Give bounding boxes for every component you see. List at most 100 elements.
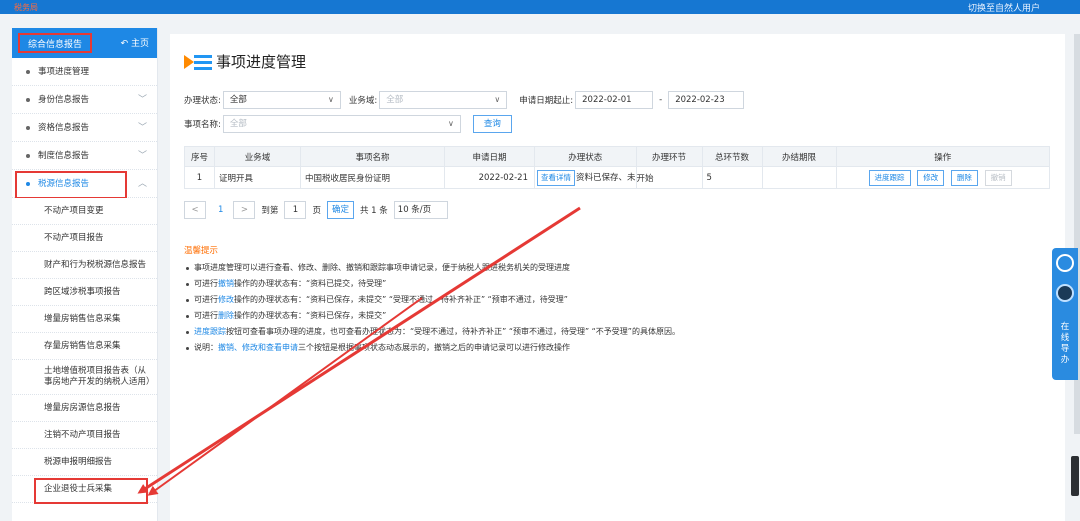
progress-table: 序号 业务域 事项名称 申请日期 办理状态 办理环节 总环节数 办结期限 操作 … [184,146,1051,189]
status-label: 办理状态: [184,96,221,106]
home-button[interactable]: ↶ 主页 [121,36,149,49]
table-row: 1 证明开具 中国税收居民身份证明 2022-02-21 查看详情 资料已保存、未… [184,166,1051,189]
sidebar-item-progress[interactable]: 事项进度管理 [12,58,157,86]
next-page-button[interactable]: > [233,201,256,219]
cell-deadline [761,166,837,189]
status-text: 资料已保存、未 [576,172,636,183]
col-status: 办理状态 [534,146,637,167]
online-guide-widget[interactable]: 在线导办 [1052,248,1078,380]
col-total: 总环节数 [701,146,763,167]
domain-placeholder: 全部 [386,95,404,105]
bullet-icon [26,126,30,130]
cell-step: 开始 [635,166,703,189]
col-step: 办理环节 [635,146,703,167]
bullet-icon [26,154,30,158]
tip-item: 事项进度管理可以进行查看、修改、删除、撤销和跟踪事项申请记录，便于纳税人跟进税务… [184,260,1044,276]
chevron-down-icon: ∨ [494,95,501,104]
sidebar-item-identity[interactable]: 身份信息报告 ﹀ [12,86,157,114]
total-count: 共 1 条 [359,206,388,216]
chevron-down-icon: ﹀ [137,123,147,133]
side-tab-handle[interactable] [1071,456,1079,496]
sidebar-item-tax-source[interactable]: 税源信息报告 ︿ [12,170,157,199]
tip-item: 可进行删除操作的办理状态有：“资料已保存，未提交” [184,308,1044,324]
tip-item: 说明：撤销、修改和查看申请三个按钮是根据事项状态动态展示的，撤销之后的申请记录可… [184,340,1044,356]
table-header-row: 序号 业务域 事项名称 申请日期 办理状态 办理环节 总环节数 办结期限 操作 [184,146,1051,167]
bullet-icon [26,70,30,74]
cell-index: 1 [184,166,215,189]
online-guide-text: 在线导办 [1060,322,1070,365]
domain-label: 业务域: [348,96,378,106]
sub-item[interactable]: 税源申报明细报告 [12,449,157,476]
sidebar-item-label: 事项进度管理 [38,67,90,77]
cell-status: 查看详情 资料已保存、未 [534,166,637,189]
bullet-icon [26,182,30,186]
tips-title: 温馨提示 [184,246,219,256]
switch-user-link[interactable]: 切换至自然人用户 [968,1,1040,14]
tips-list: 事项进度管理可以进行查看、修改、删除、撤销和跟踪事项申请记录，便于纳税人跟进税务… [184,260,1044,356]
item-name-placeholder: 全部 [229,119,247,129]
item-name-label: 事项名称: [184,120,221,130]
edit-button[interactable]: 修改 [917,169,945,186]
domain-select[interactable]: 全部 ∨ [379,91,508,109]
bullet-icon [26,98,30,102]
back-arrow-icon: ↶ [120,39,129,49]
revoke-button[interactable]: 撤销 [984,169,1012,186]
sidebar-header: 综合信息报告 ↶ 主页 [12,28,157,58]
sidebar-header-title[interactable]: 综合信息报告 [18,33,93,53]
sub-item[interactable]: 不动产项目报告 [12,225,157,252]
tip-item: 可进行修改操作的办理状态有：“资料已保存，未提交” “受理不通过，待补齐补正” … [184,292,1044,308]
pagination: < 1 > 到第 1 页 确定 共 1 条 10 条/页 [184,200,448,220]
cell-total: 5 [701,166,763,189]
page-size-select[interactable]: 10 条/页 [393,201,448,219]
assistant-avatar-icon [1056,284,1074,302]
sub-item[interactable]: 土地增值税项目报告表（从事房地产开发的纳税人适用） [12,360,157,395]
chevron-down-icon: ﹀ [137,151,147,161]
date-to-input[interactable]: 2022-02-23 [668,91,745,109]
main-panel: 事项进度管理 办理状态: 全部 ∨ 业务域: 全部 ∨ 申请日期起止: 2022-0… [170,34,1065,521]
query-button[interactable]: 查询 [472,115,512,133]
home-label: 主页 [130,39,149,49]
col-deadline: 办结期限 [761,146,837,167]
prev-page-button[interactable]: < [184,201,206,219]
sub-item[interactable]: 跨区域涉税事项报告 [12,279,157,306]
chevron-down-icon: ∨ [448,119,454,128]
tip-item: 进度跟踪按钮可查看事项办理的进度，也可查看办理状态为：“受理不通过，待补齐补正”… [184,324,1044,340]
chevron-down-icon: ﹀ [137,95,147,105]
site-logo: 税务局 [14,3,38,12]
cell-domain: 证明开具 [214,166,301,189]
delete-button[interactable]: 删除 [950,169,978,186]
col-date: 申请日期 [444,146,535,167]
sidebar-item-label: 资格信息报告 [38,123,90,133]
sub-item[interactable]: 不动产项目变更 [12,198,157,225]
sub-item-veteran-collection[interactable]: 企业退役士兵采集 [12,476,157,504]
sub-item[interactable]: 注销不动产项目报告 [12,422,157,449]
date-from-input[interactable]: 2022-02-01 [575,91,654,109]
status-select[interactable]: 全部 ∨ [222,91,341,109]
goto-page-input[interactable]: 1 [284,201,307,219]
col-name: 事项名称 [300,146,445,167]
sub-item[interactable]: 财产和行为税税源信息报告 [12,252,157,279]
page-size-value: 10 条/页 [397,205,432,215]
top-bar: 税务局 切换至自然人用户 [0,0,1080,14]
sidebar: 综合信息报告 ↶ 主页 事项进度管理 身份信息报告 ﹀ 资格信息报告 ﹀ 制度信息报… [12,28,158,521]
goto-label: 到第 [261,206,279,216]
track-progress-button[interactable]: 进度跟踪 [868,169,911,186]
item-name-select[interactable]: 全部 ∨ [222,115,461,133]
cell-date: 2022-02-21 [444,166,535,189]
view-detail-button[interactable]: 查看详情 [537,169,575,186]
sub-item[interactable]: 存量房销售信息采集 [12,333,157,360]
sub-item[interactable]: 增量房房源信息报告 [12,395,157,422]
date-separator: - [659,95,663,105]
page-title-text: 事项进度管理 [216,53,307,71]
confirm-page-button[interactable]: 确定 [326,201,354,219]
page-title: 事项进度管理 [184,50,306,74]
col-index: 序号 [184,146,215,167]
filter-row-2: 事项名称: 全部 ∨ 查询 [184,114,512,134]
col-domain: 业务域 [214,146,301,167]
current-page[interactable]: 1 [218,205,223,215]
filter-row-1: 办理状态: 全部 ∨ 业务域: 全部 ∨ 申请日期起止: 2022-02-01 - … [184,90,745,110]
sidebar-item-system[interactable]: 制度信息报告 ﹀ [12,142,157,170]
sidebar-item-qualification[interactable]: 资格信息报告 ﹀ [12,114,157,142]
cell-name: 中国税收居民身份证明 [300,166,445,189]
sub-item[interactable]: 增量房销售信息采集 [12,306,157,333]
